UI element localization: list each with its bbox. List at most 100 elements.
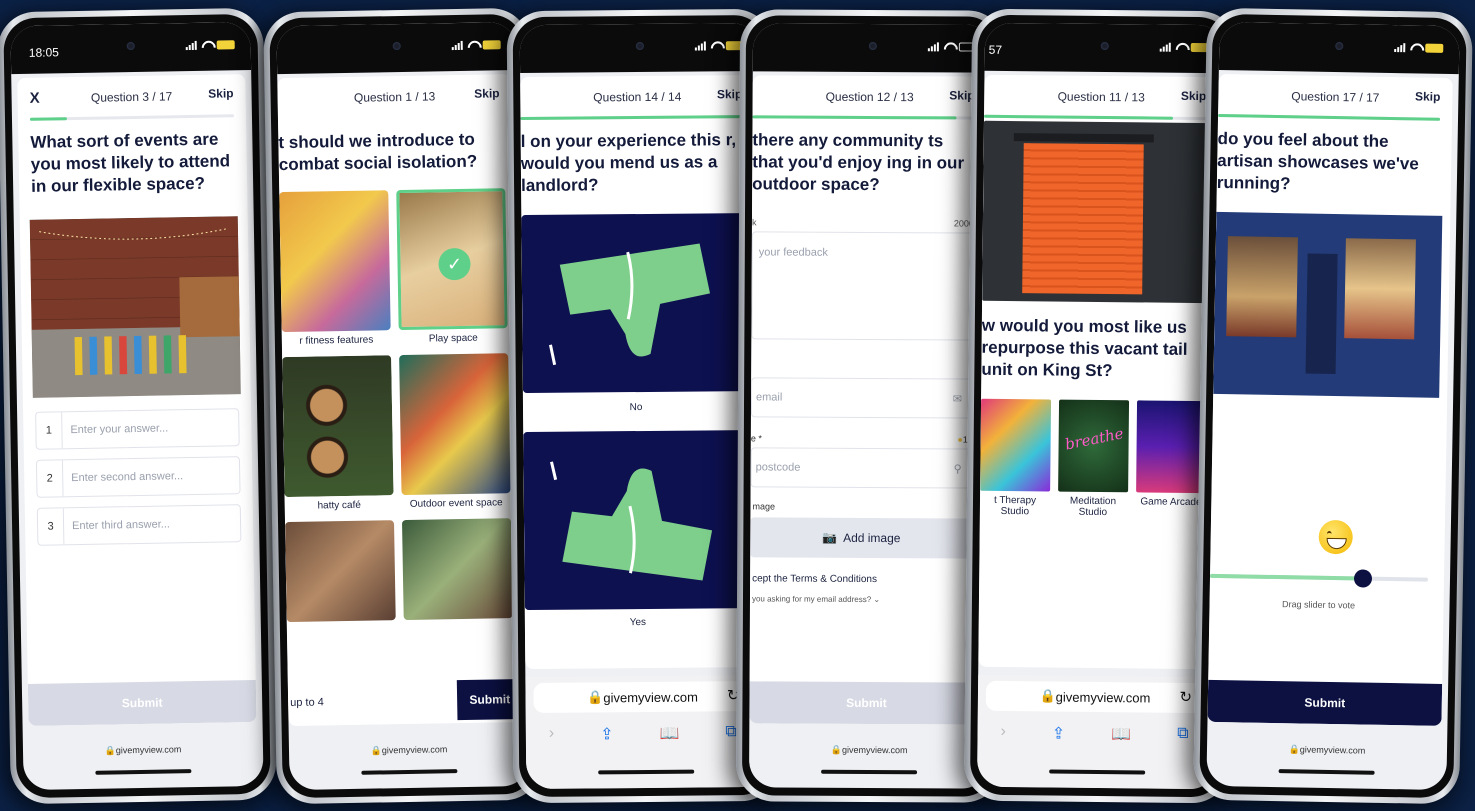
- battery-icon: [1425, 43, 1444, 53]
- signal-icon: [927, 42, 939, 52]
- question-title: do you feel about the artisan showcases …: [1216, 128, 1419, 194]
- forward-icon[interactable]: ›: [549, 725, 555, 745]
- bookmarks-icon[interactable]: 📖: [659, 724, 679, 744]
- skip-button[interactable]: Skip: [474, 86, 500, 100]
- share-icon[interactable]: ⇪: [1052, 724, 1066, 744]
- tile-label: Game Arcade: [1140, 496, 1202, 509]
- vacant-unit-photo: [982, 120, 1210, 304]
- terms-checkbox[interactable]: cept the Terms & Conditions: [752, 573, 984, 585]
- answer-placeholder: Enter second answer...: [71, 470, 184, 485]
- phone-bezel: Question 14 / 14 Skip l on your experien…: [512, 14, 774, 798]
- tile-play-space[interactable]: ✓ Play space: [396, 188, 508, 345]
- tile-outdoor-event[interactable]: Outdoor event space: [399, 353, 511, 510]
- option-yes[interactable]: Yes: [523, 430, 751, 629]
- progress-bar: [984, 114, 1207, 121]
- skip-button[interactable]: Skip: [1181, 89, 1206, 103]
- submit-button[interactable]: Submit: [27, 679, 257, 726]
- address-bar[interactable]: 🔒 givemyview.com ↻: [533, 681, 752, 713]
- address-text: givemyview.com: [603, 689, 699, 705]
- home-indicator[interactable]: [1278, 769, 1375, 775]
- postcode-field[interactable]: postcode ⚲: [750, 447, 973, 489]
- tile-art-therapy[interactable]: t Therapy Studio: [980, 398, 1052, 518]
- tile-image-extra-1[interactable]: [285, 520, 396, 623]
- venue-illustration: [29, 216, 241, 398]
- phone-screen: Question 12 / 13 Skip there any communit…: [749, 23, 993, 789]
- question-title: w would you most like us repurpose this …: [981, 315, 1188, 381]
- slider-knob[interactable]: [1353, 569, 1372, 588]
- skip-button[interactable]: Skip: [208, 86, 234, 100]
- tile-fitness[interactable]: r fitness features: [279, 190, 391, 347]
- mail-icon: ✉: [952, 392, 963, 405]
- signal-icon: [185, 40, 197, 51]
- tile-cafe[interactable]: hatty café: [282, 355, 394, 512]
- shutter-door: [1022, 143, 1144, 295]
- forward-icon[interactable]: ›: [1000, 723, 1006, 743]
- door-frame: [1013, 133, 1154, 143]
- tile-label: Play space: [428, 332, 478, 345]
- camera-icon: [868, 41, 877, 51]
- survey-card: Question 14 / 14 Skip l on your experien…: [520, 75, 760, 670]
- submit-button[interactable]: Submit: [749, 681, 984, 725]
- question-header: Question 1 / 13 Skip: [277, 74, 512, 118]
- email-placeholder: email: [756, 391, 783, 404]
- survey-card: Question 12 / 13 Skip there any communit…: [749, 75, 987, 725]
- tile-label: r fitness features: [299, 334, 374, 347]
- answer-placeholder: Enter third answer...: [71, 518, 171, 533]
- vote-slider[interactable]: [1209, 569, 1429, 588]
- answer-field-3[interactable]: 3 Enter third answer...: [36, 504, 242, 546]
- progress-bar: [752, 115, 975, 120]
- camera-icon: [392, 41, 401, 51]
- tile-game-arcade[interactable]: Game Arcade: [1136, 400, 1208, 519]
- phone-screen: Question 1 / 13 Skip t should we introdu…: [276, 21, 530, 791]
- skip-button[interactable]: Skip: [1415, 89, 1441, 103]
- email-why-link[interactable]: you asking for my email address? ⌄: [752, 594, 984, 604]
- home-indicator[interactable]: [598, 769, 695, 775]
- bookmarks-icon[interactable]: 📖: [1111, 724, 1131, 744]
- tile-image: [282, 355, 394, 498]
- shopfront-photo: [1213, 211, 1443, 398]
- tabs-icon[interactable]: ⧉: [725, 723, 737, 743]
- tile-meditation[interactable]: breathe Meditation Studio: [1058, 399, 1130, 519]
- answer-field-1[interactable]: 1 Enter your answer...: [35, 408, 240, 450]
- home-indicator[interactable]: [95, 769, 192, 775]
- progress-fill: [984, 114, 1173, 120]
- tile-row: t Therapy Studio breathe Meditation Stud…: [980, 398, 1208, 519]
- answer-number: 2: [36, 460, 64, 497]
- wifi-icon: [1175, 43, 1187, 52]
- happy-emoji-icon: [1318, 519, 1354, 555]
- add-image-button[interactable]: 📷 Add image: [750, 517, 973, 559]
- survey-card: Question 1 / 13 Skip t should we introdu…: [277, 74, 523, 727]
- tabs-icon[interactable]: ⧉: [1177, 725, 1189, 745]
- tile-image-extra-2[interactable]: [401, 518, 513, 621]
- answer-field-2[interactable]: 2 Enter second answer...: [35, 456, 241, 498]
- share-icon[interactable]: ⇪: [600, 724, 614, 744]
- answer-placeholder: Enter your answer...: [70, 422, 169, 437]
- footer-bar: up to 4 Submit: [287, 675, 523, 727]
- phone-2: Question 1 / 13 Skip t should we introdu…: [263, 7, 543, 805]
- address-bar[interactable]: 🔒 givemyview.com ↻: [985, 680, 1205, 714]
- progress-fill: [752, 115, 957, 120]
- phone-screen: Question 17 / 17 Skip do you feel about …: [1206, 21, 1460, 791]
- home-indicator[interactable]: [361, 769, 458, 775]
- status-icons: [451, 40, 501, 51]
- wifi-icon: [943, 42, 955, 51]
- status-bar: [276, 21, 518, 75]
- home-indicator[interactable]: [821, 769, 918, 775]
- question-title: What sort of events are you most likely …: [30, 129, 231, 196]
- status-time: 57: [988, 42, 1003, 57]
- phone-bezel: Question 17 / 17 Skip do you feel about …: [1199, 13, 1467, 799]
- battery-icon: [482, 40, 501, 50]
- status-icons: [185, 40, 235, 51]
- email-field[interactable]: email ✉: [750, 377, 974, 419]
- door: [1305, 253, 1338, 375]
- camera-icon: [126, 41, 135, 51]
- status-icons: [1394, 43, 1444, 53]
- skip-button[interactable]: Skip: [717, 87, 742, 101]
- submit-button[interactable]: Submit: [1207, 679, 1443, 726]
- location-pin-icon: ⚲: [953, 462, 962, 475]
- reload-icon[interactable]: ↻: [1179, 688, 1192, 706]
- feedback-textarea[interactable]: your feedback: [751, 231, 974, 341]
- url-label: 🔒givemyview.com: [104, 744, 182, 756]
- status-bar: 57: [984, 22, 1225, 74]
- option-no[interactable]: No: [521, 213, 749, 414]
